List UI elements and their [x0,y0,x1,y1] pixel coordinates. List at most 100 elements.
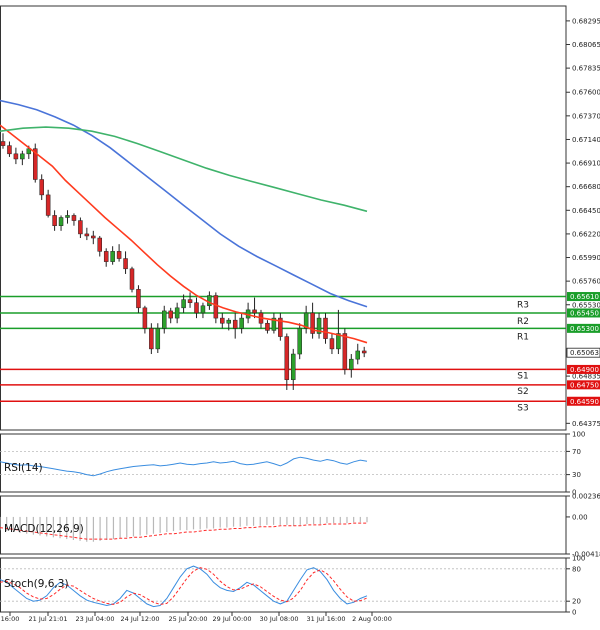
time-axis-label: 2 Aug 00:00 [352,615,392,623]
indicator-axis-label: 70 [572,448,581,456]
candle-down [252,309,257,314]
time-axis-label: 29 Jul 00:00 [213,615,252,623]
level-price-label: 0.65450 [570,309,599,317]
candle-down [149,328,154,350]
candle-up [200,305,206,314]
indicator-axis-label: 100 [572,431,585,439]
candle-up [174,307,180,319]
level-price-label: 0.65610 [570,293,599,301]
price-axis-label: 0.66220 [572,230,600,238]
price-axis-label: 0.64375 [572,420,600,428]
macd-histogram-bar [99,516,101,541]
indicator-panel-frame [0,433,567,493]
price-panel-frame [0,5,567,431]
candle-down [220,317,225,324]
candle-up [162,310,167,329]
macd-histogram-bar [333,516,335,524]
candle-up [355,350,360,360]
price-axis-label: 0.67370 [572,112,600,120]
candle-down [84,233,90,237]
candle-down [129,268,135,290]
time-axis-label: 31 Jul 16:00 [307,615,346,623]
macd-histogram-bar [159,516,161,533]
macd-histogram-bar [359,516,361,523]
price-axis-label: 0.67600 [572,89,600,97]
macd-histogram-bar [266,516,268,525]
candle-down [136,289,141,309]
candle-down [116,251,122,259]
macd-histogram-bar [366,516,368,523]
macd-histogram-bar [313,516,315,525]
candle-up [226,319,231,324]
price-axis-label: 0.65530 [572,301,600,309]
level-name-s2: S2 [517,387,528,397]
candle-down [123,258,128,270]
candle-down [97,237,102,252]
candle-down [71,215,77,221]
candle-down [361,350,367,354]
candle-up [155,328,161,350]
macd-histogram-bar [259,516,261,526]
time-axis-label: 21 Jul 21:01 [29,615,68,623]
macd-histogram-bar [346,516,348,524]
candle-down [323,317,328,339]
macd-histogram-bar [239,516,241,527]
macd-histogram-bar [106,516,108,540]
macd-histogram-bar [152,516,155,534]
candle-up [110,251,115,262]
macd-histogram-bar [299,516,301,525]
macd-histogram-bar [306,516,308,525]
indicator-axis-label: 0.00 [572,513,588,521]
price-axis-label: 0.67140 [572,136,600,144]
macd-histogram-bar [119,516,121,539]
indicator-panel-frame [0,557,567,613]
macd-histogram-bar [279,516,281,525]
price-axis-label: 0.66450 [572,207,600,215]
macd-histogram-bar [353,516,355,523]
candle-up [181,299,186,309]
indicator-panel-frame [0,495,567,555]
price-axis-label: 0.65760 [572,278,600,286]
indicator-axis-label: 80 [572,565,581,573]
level-name-r2: R2 [517,317,529,327]
macd-histogram-bar [319,516,321,525]
candle-up [20,153,25,160]
candle-down [329,338,335,350]
candle-down [0,141,6,146]
price-axis-label: 0.66910 [572,160,600,168]
candle-down [168,310,173,319]
candle-down [142,307,148,329]
price-axis-label: 0.67835 [572,65,600,73]
macd-histogram-bar [179,516,181,531]
indicator-title: Stoch(9,6,3) [4,578,69,590]
candle-down [39,179,44,196]
candle-down [7,145,12,155]
macd-histogram-bar [272,516,275,525]
level-price-label: 0.64750 [570,381,599,389]
level-price-label: 0.64590 [570,398,599,406]
candle-up [207,295,212,307]
candle-up [65,215,70,218]
candle-down [342,333,348,370]
candle-down [232,319,238,329]
macd-histogram-bar [232,516,235,527]
macd-histogram-bar [112,516,115,540]
price-axis-label: 0.65990 [572,254,600,262]
indicator-axis-label: 0.002361 [572,493,600,501]
macd-histogram-bar [126,516,128,538]
candle-up [291,353,296,380]
level-name-s3: S3 [517,403,528,413]
level-price-label: 0.65300 [570,325,599,333]
candle-down [52,215,57,226]
candle-down [187,299,193,303]
indicator-axis-label: 0 [572,609,576,617]
candle-up [239,317,244,329]
time-axis-label: 30 Jul 08:00 [260,615,299,623]
macd-histogram-bar [219,516,221,528]
macd-histogram-bar [86,516,88,542]
level-name-r1: R1 [517,332,529,342]
candle-down [103,251,109,262]
price-axis-label: 0.68065 [572,41,600,49]
macd-histogram-bar [192,516,195,530]
level-price-label: 0.64900 [570,366,599,374]
